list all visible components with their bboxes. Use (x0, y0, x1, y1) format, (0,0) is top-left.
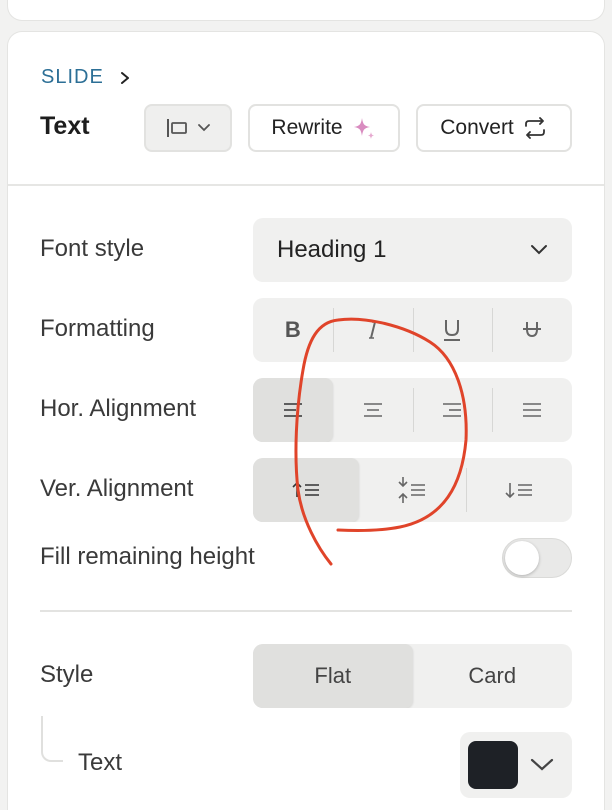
style-card-button[interactable]: Card (413, 644, 573, 708)
slide-text-panel: SLIDE Text Rewrite Convert Font style He… (8, 32, 604, 810)
align-right-icon (443, 403, 462, 417)
align-justify-button[interactable] (492, 378, 572, 442)
align-left-button[interactable] (253, 378, 333, 442)
previous-card (8, 0, 604, 20)
strikethrough-button[interactable] (492, 298, 572, 362)
chevron-down-icon (531, 245, 547, 255)
hor-alignment-group (253, 378, 572, 442)
formatting-label: Formatting (40, 315, 155, 342)
fill-remaining-height-label: Fill remaining height (40, 543, 255, 570)
strikethrough-icon (523, 322, 542, 338)
underline-button[interactable] (412, 298, 493, 362)
align-right-button[interactable] (412, 378, 493, 442)
valign-bottom-button[interactable] (465, 458, 572, 522)
convert-button[interactable]: Convert (416, 104, 572, 152)
chevron-right-icon (120, 71, 129, 84)
block-align-icon (167, 119, 187, 137)
color-swatch (468, 741, 518, 789)
valign-middle-icon (398, 477, 426, 503)
page-title: Text (40, 112, 90, 140)
style-flat-button[interactable]: Flat (253, 644, 413, 708)
breadcrumb-slide[interactable]: SLIDE (41, 66, 104, 89)
ver-alignment-group (253, 458, 572, 522)
italic-button[interactable] (332, 298, 413, 362)
ver-alignment-label: Ver. Alignment (40, 475, 194, 502)
formatting-group: B (253, 298, 572, 362)
bold-button[interactable]: B (253, 298, 333, 362)
align-left-icon (283, 403, 302, 417)
valign-bottom-icon (505, 483, 532, 499)
convert-label: Convert (440, 116, 514, 139)
style-toggle-group: Flat Card (253, 644, 572, 708)
sparkle-icon (353, 118, 374, 139)
font-style-select[interactable]: Heading 1 (253, 218, 572, 282)
align-center-button[interactable] (333, 378, 413, 442)
chevron-down-icon (198, 124, 210, 132)
underline-icon (444, 320, 461, 341)
hor-alignment-label: Hor. Alignment (40, 395, 197, 422)
block-align-dropdown[interactable] (144, 104, 232, 152)
italic-icon (368, 321, 377, 339)
section-divider (40, 610, 572, 612)
breadcrumb[interactable]: SLIDE (41, 66, 132, 89)
tree-connector (41, 716, 63, 762)
toggle-knob (505, 541, 539, 575)
valign-middle-button[interactable] (359, 458, 465, 522)
text-color-label: Text (78, 749, 123, 776)
text-color-picker[interactable] (460, 732, 572, 798)
valign-top-icon (292, 481, 320, 497)
convert-icon (524, 117, 545, 139)
font-style-label: Font style (40, 235, 145, 262)
align-justify-icon (523, 403, 542, 417)
rewrite-button[interactable]: Rewrite (248, 104, 400, 152)
chevron-down-icon (530, 758, 554, 771)
rewrite-label: Rewrite (271, 116, 343, 139)
header-divider (8, 184, 604, 186)
align-center-icon (363, 403, 382, 417)
bold-icon: B (284, 317, 301, 342)
valign-top-button[interactable] (253, 458, 360, 522)
fill-remaining-height-toggle[interactable] (502, 538, 572, 578)
font-style-value: Heading 1 (277, 236, 387, 263)
style-label: Style (40, 661, 94, 688)
